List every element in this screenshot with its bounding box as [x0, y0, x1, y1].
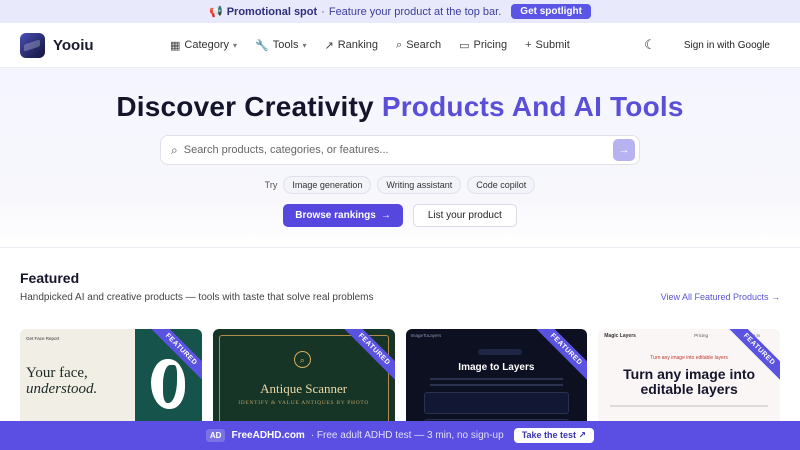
- card-headline-line2: understood.: [26, 381, 98, 397]
- sign-in-button[interactable]: Sign in with Google: [684, 40, 770, 51]
- try-label: Try: [264, 180, 278, 190]
- card-headline-line1: Your face,: [26, 365, 88, 381]
- card-upload-box: [423, 392, 570, 414]
- card-headline: Your face, understood.: [26, 365, 97, 397]
- card-icon: ▭: [459, 39, 470, 52]
- card-brand: Magic Layers: [604, 333, 636, 339]
- card-topbar: ImageToLayers: [410, 333, 442, 338]
- card-subtitle: IDENTIFY & VALUE ANTIQUES BY PHOTO: [238, 400, 370, 406]
- ad-brand[interactable]: FreeADHD.com: [231, 430, 304, 441]
- nav-ranking-label: Ranking: [337, 39, 379, 51]
- card-title: Turn any image into editable layers: [623, 366, 756, 397]
- hero-actions: Browse rankings → List your product: [0, 204, 800, 227]
- search-icon: ⌕: [171, 142, 178, 157]
- search-bar: ⌕ →: [160, 135, 640, 165]
- nav-pricing-label: Pricing: [473, 39, 508, 51]
- search-submit-button[interactable]: →: [613, 139, 635, 161]
- card-tagline: Turn any image into editable layers: [650, 355, 728, 361]
- nav-tools[interactable]: 🔧 Tools ▾: [255, 39, 306, 52]
- main-nav: ▦ Category ▾ 🔧 Tools ▾ ↗ Ranking ⌕ Searc…: [170, 39, 588, 52]
- view-all-featured-link[interactable]: View All Featured Products →: [661, 292, 780, 302]
- trending-icon: ↗: [324, 39, 334, 52]
- suggestion-chip[interactable]: Writing assistant: [377, 176, 462, 194]
- promo-bar: 📢 Promotional spot · Feature your produc…: [0, 0, 800, 23]
- ad-text: · Free adult ADHD test — 3 min, no sign-…: [310, 430, 504, 441]
- featured-title: Featured: [20, 270, 80, 286]
- suggestion-chip[interactable]: Image generation: [283, 176, 372, 194]
- promo-separator: ·: [321, 5, 325, 18]
- card-pill: [477, 349, 522, 355]
- chevron-down-icon: ▾: [302, 40, 307, 50]
- browse-rankings-label: Browse rankings: [295, 210, 376, 221]
- search-icon: ⌕: [396, 38, 403, 51]
- nav-search[interactable]: ⌕ Search: [396, 39, 441, 52]
- nav-category[interactable]: ▦ Category ▾: [170, 39, 237, 52]
- browse-rankings-button[interactable]: Browse rankings →: [283, 204, 403, 227]
- ad-bar: AD FreeADHD.com · Free adult ADHD test —…: [0, 421, 800, 450]
- nav-search-label: Search: [406, 39, 442, 51]
- nav-pricing[interactable]: ▭ Pricing: [459, 39, 507, 52]
- card-pricing-link: Pricing: [694, 333, 709, 338]
- nav-category-label: Category: [184, 39, 230, 51]
- promo-text: Feature your product at the top bar.: [328, 5, 502, 18]
- card-title: Image to Layers: [458, 362, 535, 373]
- list-product-button[interactable]: List your product: [412, 204, 517, 227]
- hero: Discover Creativity Products And AI Tool…: [0, 68, 800, 248]
- hero-title-plain: Discover Creativity: [116, 91, 374, 122]
- nav-ranking[interactable]: ↗ Ranking: [324, 39, 378, 52]
- get-spotlight-button[interactable]: Get spotlight: [511, 4, 591, 19]
- search-input[interactable]: [183, 144, 613, 156]
- card-brand: Get Face Report: [26, 336, 60, 341]
- chevron-down-icon: ▾: [233, 40, 238, 50]
- header: Yooiu ▦ Category ▾ 🔧 Tools ▾ ↗ Ranking ⌕…: [0, 23, 800, 68]
- ad-badge: AD: [205, 429, 226, 442]
- hero-title-accent: Products And AI Tools: [381, 91, 684, 122]
- logo-text: Yooiu: [53, 36, 94, 54]
- promo-title: Promotional spot: [226, 5, 318, 18]
- arrow-right-icon: →: [380, 210, 391, 221]
- hero-title: Discover Creativity Products And AI Tool…: [0, 91, 800, 123]
- card-description-lines: [429, 378, 564, 386]
- wrench-icon: 🔧: [255, 39, 269, 52]
- magnifier-emblem-icon: ⌕: [293, 351, 311, 368]
- nav-right: ☾ Sign in with Google: [644, 37, 770, 53]
- logo[interactable]: Yooiu: [20, 32, 94, 58]
- take-the-test-button[interactable]: Take the test ↗: [513, 428, 595, 443]
- face-profile-icon: [150, 359, 185, 409]
- nav-submit-label: Submit: [535, 39, 570, 51]
- nav-tools-label: Tools: [272, 39, 299, 51]
- suggestions: Try Image generation Writing assistant C…: [0, 176, 800, 194]
- grid-icon: ▦: [170, 39, 181, 52]
- megaphone-icon: 📢: [209, 6, 223, 18]
- suggestion-chip[interactable]: Code copilot: [467, 176, 536, 194]
- plus-icon: +: [525, 39, 532, 51]
- moon-icon[interactable]: ☾: [644, 37, 656, 53]
- logo-icon: [20, 32, 45, 58]
- card-title: Antique Scanner: [260, 381, 348, 396]
- featured-section: Featured Handpicked AI and creative prod…: [0, 248, 800, 439]
- nav-submit[interactable]: + Submit: [525, 39, 570, 51]
